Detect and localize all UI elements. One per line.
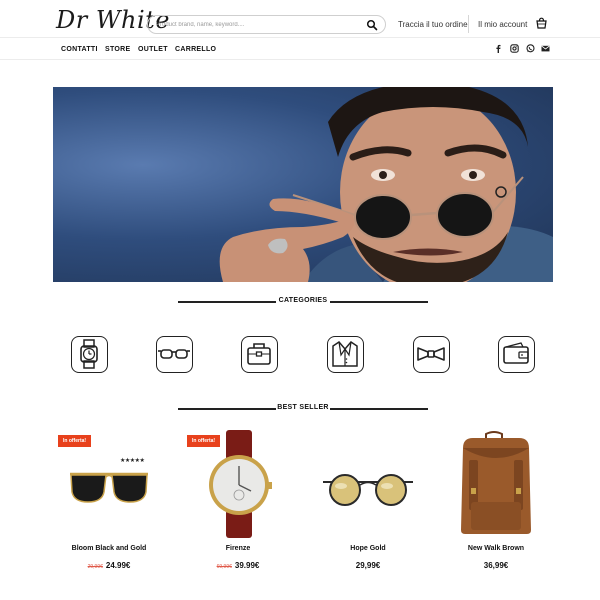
- offer-badge: In offerta!: [58, 435, 92, 447]
- product-name[interactable]: Hope Gold: [313, 545, 423, 552]
- offer-badge: In offerta!: [187, 435, 221, 447]
- search-bar: [147, 15, 386, 34]
- current-price: 29,99€: [355, 561, 381, 570]
- category-sunglasses[interactable]: [156, 336, 193, 373]
- nav-contatti[interactable]: CONTATTI: [61, 46, 98, 53]
- heading-line-right: [330, 301, 428, 303]
- product-name[interactable]: Firenze: [183, 545, 293, 552]
- site-header: Dr White Traccia il tuo ordine Il mio ac…: [0, 0, 600, 38]
- wallet-icon: [503, 342, 529, 364]
- category-bowtie[interactable]: [413, 336, 450, 373]
- current-price: 24.99€: [105, 561, 131, 570]
- facebook-icon[interactable]: [494, 44, 503, 53]
- rating-stars: ★★★★★: [120, 458, 145, 464]
- category-bag[interactable]: [241, 336, 278, 373]
- hero-banner[interactable]: [53, 87, 553, 282]
- product-image: [461, 431, 531, 534]
- nav-outlet[interactable]: OUTLET: [138, 46, 168, 53]
- instagram-icon[interactable]: [510, 44, 519, 53]
- account-link[interactable]: Il mio account: [478, 20, 527, 29]
- hero-image: [219, 87, 553, 282]
- heading-line-right: [330, 408, 428, 410]
- product-card[interactable]: In offerta! ★★★★★ Bloom Black and Gold 2…: [54, 430, 164, 580]
- product-price: 69,99€ 39.99€: [183, 561, 293, 570]
- product-card[interactable]: In offerta! Firenze 69,99€ 39.99€: [183, 430, 293, 580]
- cart-icon[interactable]: [535, 17, 548, 30]
- nav-carrello[interactable]: CARRELLO: [175, 46, 216, 53]
- bowtie-icon: [417, 347, 445, 361]
- category-wallet[interactable]: [498, 336, 535, 373]
- best-seller-heading: BEST SELLER: [178, 404, 428, 414]
- search-input[interactable]: [156, 18, 361, 31]
- sunglasses-icon: [158, 349, 190, 359]
- product-card[interactable]: New Walk Brown 36,99€: [441, 430, 551, 580]
- old-price: 69,99€: [216, 564, 232, 570]
- product-price: 36,99€: [441, 561, 551, 570]
- product-name[interactable]: New Walk Brown: [441, 545, 551, 552]
- product-image: [323, 474, 413, 506]
- product-card[interactable]: Hope Gold 29,99€: [313, 430, 423, 580]
- watch-icon: [80, 339, 98, 369]
- main-nav: CONTATTI STORE OUTLET CARRELLO: [0, 39, 600, 60]
- bag-icon: [247, 343, 271, 365]
- search-icon[interactable]: [366, 19, 378, 31]
- current-price: 39.99€: [234, 561, 260, 570]
- product-name[interactable]: Bloom Black and Gold: [54, 545, 164, 552]
- current-price: 36,99€: [483, 561, 509, 570]
- categories-heading: CATEGORIES: [178, 297, 428, 307]
- whatsapp-icon[interactable]: [526, 44, 535, 53]
- category-watch[interactable]: [71, 336, 108, 373]
- old-price: 29,99€: [87, 564, 103, 570]
- product-price: 29,99€ 24.99€: [54, 561, 164, 570]
- category-jacket[interactable]: [327, 336, 364, 373]
- product-price: 29,99€: [313, 561, 423, 570]
- header-divider: [468, 15, 469, 33]
- email-icon[interactable]: [541, 44, 550, 53]
- track-order-link[interactable]: Traccia il tuo ordine: [398, 20, 468, 29]
- nav-store[interactable]: STORE: [105, 46, 131, 53]
- jacket-icon: [332, 341, 358, 367]
